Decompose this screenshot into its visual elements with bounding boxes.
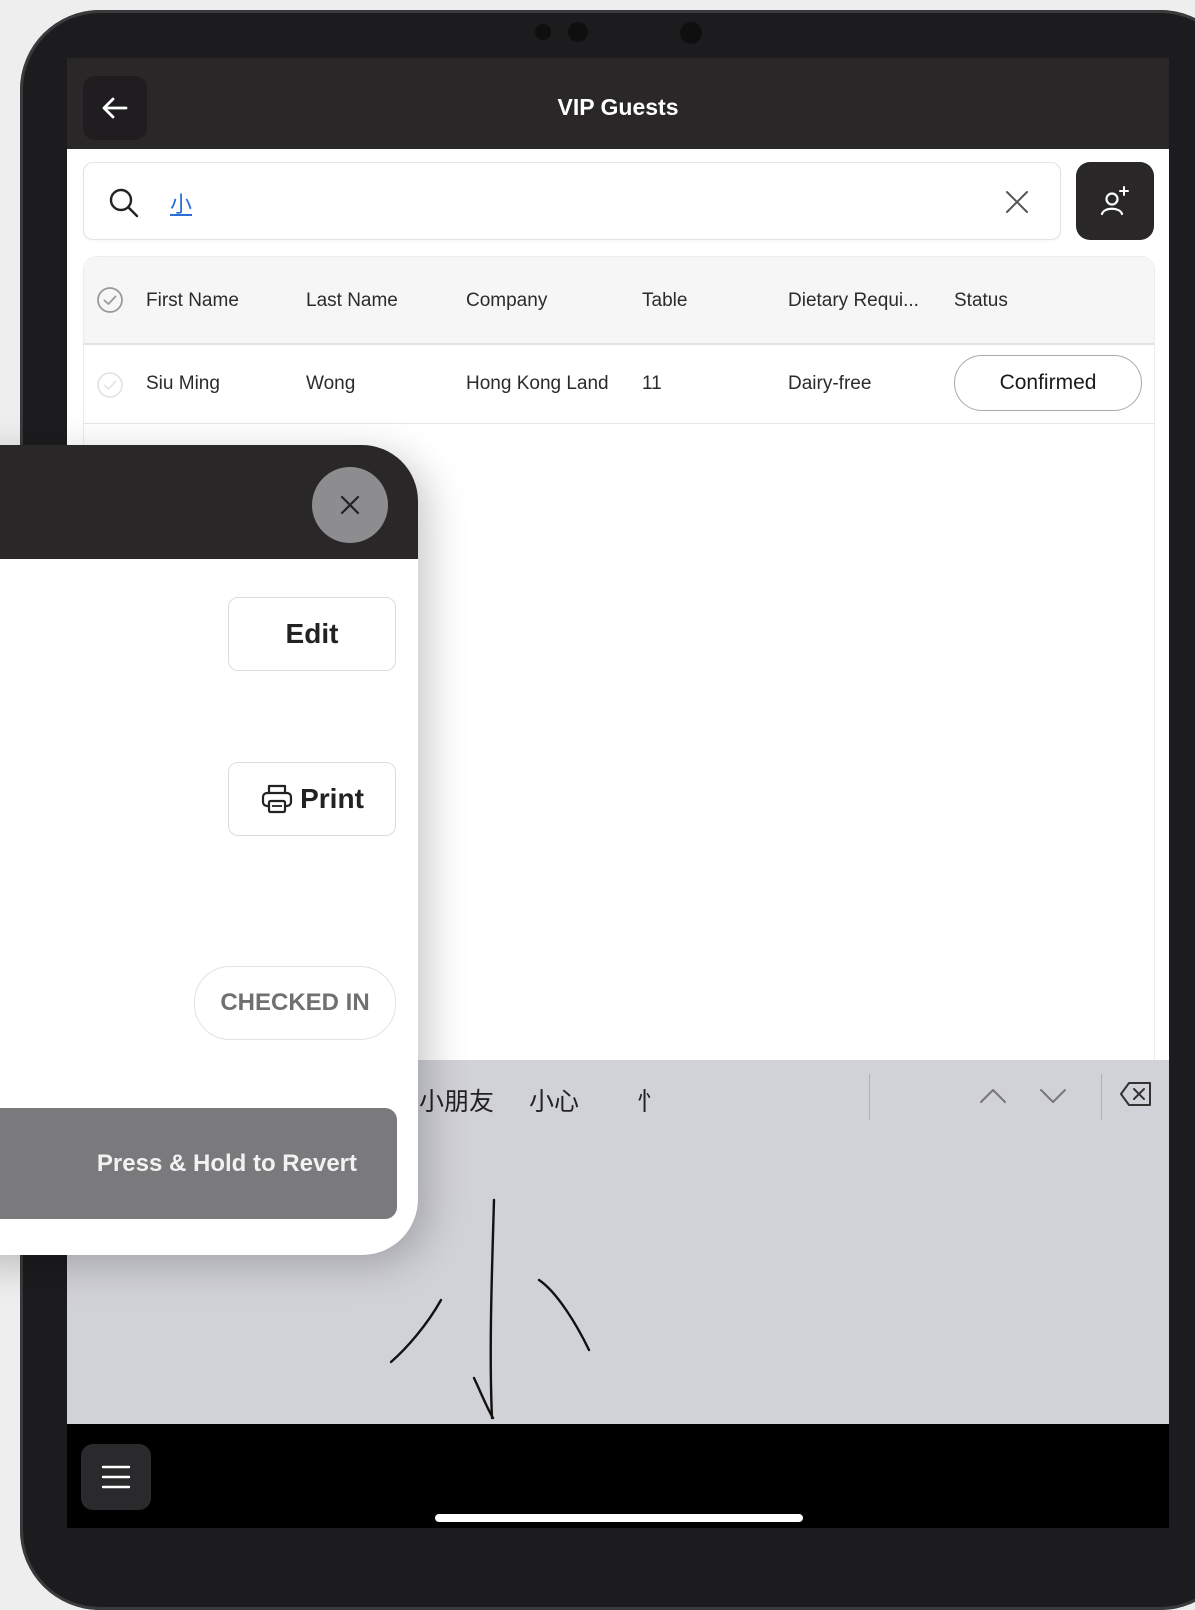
edit-label: Edit xyxy=(285,618,339,649)
clear-icon[interactable] xyxy=(1004,189,1030,215)
check-circle-icon[interactable] xyxy=(96,286,124,314)
column-header[interactable]: Table xyxy=(642,290,687,312)
home-indicator[interactable] xyxy=(435,1514,803,1522)
guest-detail-panel: Edit Print CHECKED IN Press & Hold to Re… xyxy=(0,445,418,1255)
cell-last-name: Wong xyxy=(306,373,356,394)
table-row[interactable]: Siu Ming Wong Hong Kong Land 11 Dairy-fr… xyxy=(84,345,1154,424)
cell-first-name: Siu Ming xyxy=(146,373,220,394)
cell-table: 11 xyxy=(642,373,662,394)
delete-key-icon[interactable] xyxy=(1119,1080,1153,1108)
panel-header xyxy=(0,445,418,559)
divider xyxy=(869,1074,870,1120)
add-person-icon xyxy=(1100,186,1129,216)
sensor-dot xyxy=(568,22,588,42)
column-header[interactable]: Company xyxy=(466,290,547,312)
printer-icon xyxy=(262,784,293,814)
close-button[interactable] xyxy=(312,467,388,543)
page-title: VIP Guests xyxy=(557,94,679,120)
nav-bar: VIP Guests xyxy=(67,58,1169,149)
search-bar[interactable]: 小 xyxy=(83,162,1061,240)
print-button[interactable]: Print xyxy=(228,762,396,836)
column-header[interactable]: First Name xyxy=(146,290,239,312)
candidate-word[interactable]: 忄 xyxy=(637,1082,662,1118)
menu-icon xyxy=(101,1465,131,1489)
divider xyxy=(1101,1074,1102,1120)
cell-company: Hong Kong Land xyxy=(466,373,609,394)
table-header: First Name Last Name Company Table Dieta… xyxy=(84,257,1154,345)
edit-button[interactable]: Edit xyxy=(228,597,396,671)
chevron-down-icon[interactable] xyxy=(1039,1086,1067,1106)
menu-button[interactable] xyxy=(81,1444,151,1510)
cell-dietary: Dairy-free xyxy=(788,373,872,394)
sensor-dot xyxy=(535,24,551,40)
candidate-word[interactable]: 小心 xyxy=(529,1082,579,1118)
checked-in-badge: CHECKED IN xyxy=(194,966,396,1040)
front-camera xyxy=(680,22,702,44)
revert-button[interactable]: Press & Hold to Revert xyxy=(0,1108,397,1219)
bottom-bar xyxy=(67,1424,1169,1528)
print-label: Print xyxy=(300,783,364,814)
close-icon xyxy=(340,495,360,515)
checked-in-label: CHECKED IN xyxy=(220,989,370,1016)
status-badge[interactable]: Confirmed xyxy=(954,355,1142,411)
add-guest-button[interactable] xyxy=(1076,162,1154,240)
column-header[interactable]: Status xyxy=(954,290,1008,312)
candidate-word[interactable]: 小朋友 xyxy=(419,1082,494,1118)
search-input[interactable]: 小 xyxy=(170,187,192,219)
check-circle-icon[interactable] xyxy=(96,371,124,399)
column-header[interactable]: Dietary Requi... xyxy=(788,290,919,312)
revert-label: Press & Hold to Revert xyxy=(96,1150,357,1177)
column-header[interactable]: Last Name xyxy=(306,290,398,312)
chevron-up-icon[interactable] xyxy=(979,1086,1007,1106)
search-icon xyxy=(109,188,139,218)
